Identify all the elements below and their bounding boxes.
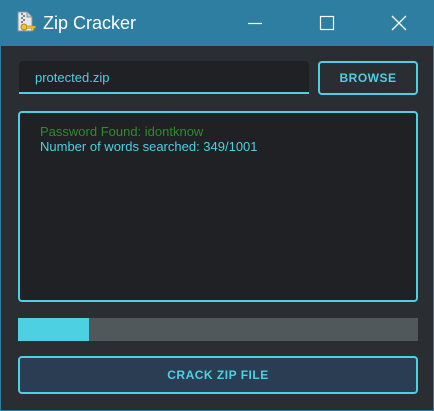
title-bar[interactable]: Zip Cracker — [1, 0, 434, 46]
minimize-icon — [248, 22, 262, 25]
progress-bar-fill — [18, 318, 89, 341]
progress-bar — [18, 318, 418, 341]
close-button[interactable] — [363, 0, 434, 46]
password-found-line: Password Found: idontknow — [40, 124, 204, 139]
words-searched-line: Number of words searched: 349/1001 — [40, 139, 258, 154]
browse-button[interactable]: BROWSE — [318, 61, 418, 95]
maximize-icon — [319, 15, 335, 31]
file-path-input[interactable]: protected.zip — [19, 61, 309, 94]
maximize-button[interactable] — [291, 0, 363, 46]
app-window: Zip Cracker protected.zip BROWSE Passwor… — [0, 0, 434, 411]
window-title: Zip Cracker — [43, 13, 137, 33]
zip-file-key-icon — [13, 10, 37, 34]
minimize-button[interactable] — [219, 0, 291, 46]
output-log: Password Found: idontknow Number of word… — [18, 111, 418, 302]
close-icon — [391, 15, 407, 31]
crack-zip-button[interactable]: CRACK ZIP FILE — [18, 356, 418, 394]
